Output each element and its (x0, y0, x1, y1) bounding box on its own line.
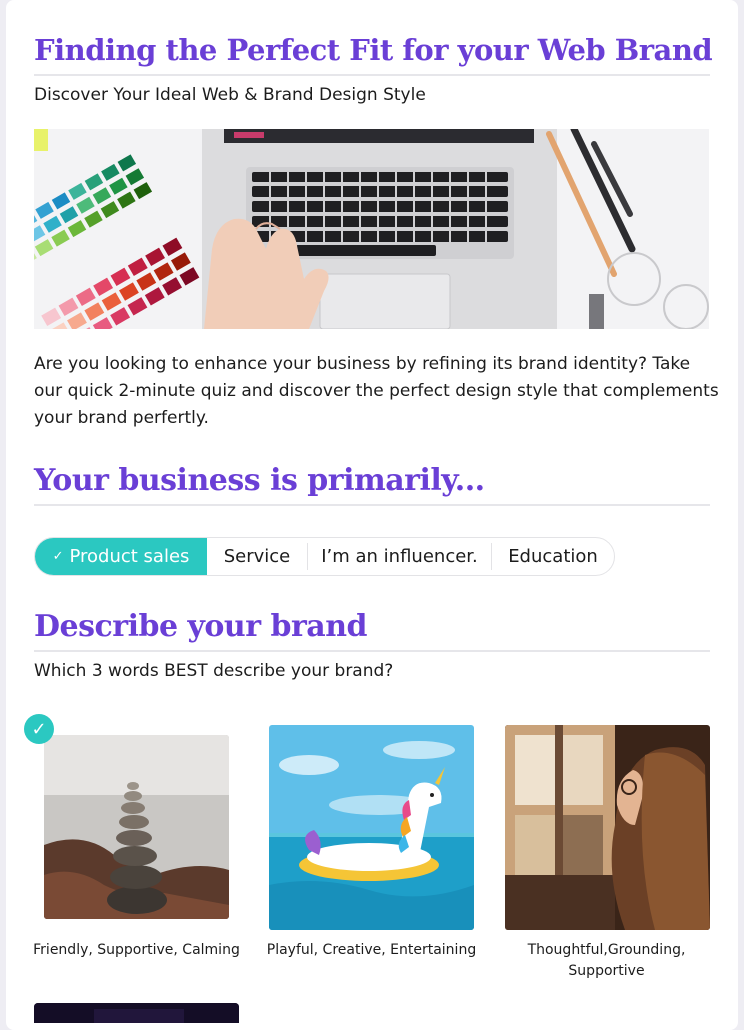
brand-caption: Playful, Creative, Entertaining (266, 942, 477, 958)
business-option-education[interactable]: Education (492, 538, 614, 575)
business-divider (34, 504, 710, 506)
business-heading: Your business is primarily... (34, 463, 485, 498)
brand-caption: Friendly, Supportive, Calming (33, 942, 240, 958)
intro-line-1: Are you looking to enhance your business… (34, 354, 691, 374)
caption-line-2: Supportive (568, 963, 645, 979)
business-option-influencer[interactable]: I’m an influencer. (308, 538, 491, 575)
dark-photo (34, 1003, 239, 1023)
woman-window-photo (505, 725, 710, 930)
option-label: Education (508, 546, 598, 567)
check-icon: ✓ (52, 549, 64, 564)
brand-caption: Thoughtful,Grounding, Supportive (490, 940, 723, 982)
stacked-stones-photo (44, 735, 229, 919)
business-option-service[interactable]: Service (207, 538, 307, 575)
business-type-selector: ✓ Product sales Service I’m an influence… (34, 537, 615, 576)
brand-option-grounding[interactable] (505, 725, 710, 930)
brand-divider (34, 650, 710, 652)
intro-line-3: your brand perfertly. (34, 408, 209, 428)
brand-option-calming[interactable] (44, 735, 229, 919)
title-divider (34, 74, 710, 76)
brand-option-entertaining[interactable] (269, 725, 474, 930)
selected-check-icon: ✓ (24, 714, 54, 744)
brand-heading: Describe your brand (34, 609, 367, 644)
option-label: Service (223, 546, 291, 567)
brand-option-next[interactable] (34, 1003, 239, 1023)
unicorn-float-photo (269, 725, 474, 930)
caption-line-1: Thoughtful,Grounding, (527, 942, 686, 958)
brand-question: Which 3 words BEST describe your brand? (34, 661, 394, 681)
page-title: Finding the Perfect Fit for your Web Bra… (34, 33, 713, 67)
business-option-product-sales[interactable]: ✓ Product sales (35, 538, 207, 575)
intro-line-2: our quick 2-minute quiz and discover the… (34, 381, 719, 401)
option-label: Product sales (69, 546, 190, 567)
page-subtitle: Discover Your Ideal Web & Brand Design S… (34, 85, 426, 105)
hero-image (34, 129, 709, 329)
laptop-color-swatches-photo (34, 129, 709, 329)
option-label: I’m an influencer. (321, 546, 478, 567)
